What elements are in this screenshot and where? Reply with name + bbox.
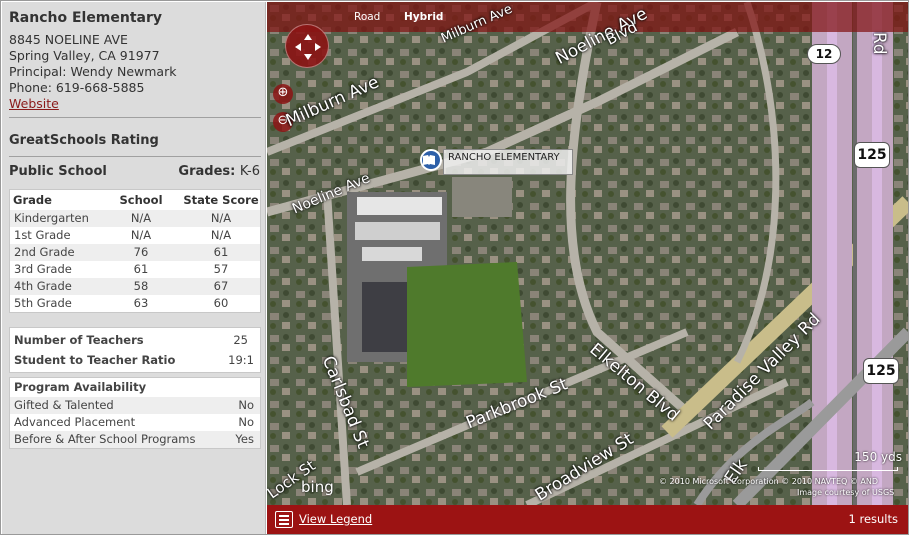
hybrid-mode-button[interactable]: Hybrid: [404, 11, 443, 23]
header-state-score: State Score: [183, 193, 259, 207]
grades-label: Grades:: [178, 164, 236, 179]
teacher-ratio-row: Student to Teacher Ratio 19:1: [10, 350, 260, 370]
pan-control[interactable]: [285, 24, 329, 68]
program-availability: No: [238, 415, 254, 429]
state-score-cell: 60: [213, 296, 229, 310]
school-score-cell: N/A: [130, 211, 152, 225]
list-item: Advanced Placement No: [10, 414, 260, 431]
program-availability: Yes: [235, 432, 254, 446]
teacher-ratio-value: 19:1: [228, 353, 254, 367]
table-row: Kindergarten N/A N/A: [10, 210, 260, 227]
school-info-sidebar: Rancho Elementary 8845 NOELINE AVE Sprin…: [2, 2, 266, 534]
school-address-line2: Spring Valley, CA 91977: [9, 48, 160, 63]
scores-table-header: Grade School Score State Score: [10, 190, 260, 227]
zoom-in-button[interactable]: ⊕: [273, 84, 293, 104]
map-footer: View Legend 1 results: [267, 505, 908, 534]
grade-cell: 1st Grade: [14, 228, 71, 242]
route-shield: 12: [807, 44, 841, 64]
website-link[interactable]: Website: [9, 96, 59, 111]
map-view[interactable]: Road Hybrid ⊕ ⊖ RANCHO ELEMENTARY Noelin…: [267, 2, 908, 505]
map-toolbar: Road Hybrid: [267, 2, 908, 32]
pan-arrows-icon: [295, 34, 321, 60]
table-row: 4th Grade 58 67: [10, 278, 260, 295]
program-name: Advanced Placement: [14, 415, 136, 429]
teacher-ratio-label: Student to Teacher Ratio: [14, 353, 176, 367]
header-grade: Grade: [13, 193, 52, 207]
teachers-count-label: Number of Teachers: [14, 333, 144, 347]
map-copyright: © 2010 Microsoft Corporation © 2010 NAVT…: [659, 476, 894, 498]
table-row: 2nd Grade 76 61: [10, 244, 260, 261]
list-item: Before & After School Programs Yes: [10, 431, 260, 448]
teachers-panel: Number of Teachers 25 Student to Teacher…: [9, 327, 261, 373]
app-window: Rancho Elementary 8845 NOELINE AVE Sprin…: [0, 0, 909, 535]
school-pin-icon[interactable]: [420, 149, 442, 171]
program-name: Before & After School Programs: [14, 432, 196, 446]
school-principal: Principal: Wendy Newmark: [9, 64, 177, 79]
copyright-line: © 2010 Microsoft Corporation © 2010 NAVT…: [659, 477, 878, 486]
list-item: Gifted & Talented No: [10, 397, 260, 414]
programs-title: Program Availability: [10, 378, 260, 397]
road-mode-button[interactable]: Road: [354, 11, 380, 23]
copyright-line: Image courtesy of USGS: [797, 488, 895, 497]
grade-cell: 5th Grade: [14, 296, 72, 310]
grade-cell: Kindergarten: [14, 211, 89, 225]
table-row: 5th Grade 63 60: [10, 295, 260, 312]
programs-panel: Program Availability Gifted & Talented N…: [9, 377, 261, 449]
route-shield: 125: [854, 142, 890, 168]
divider: [9, 156, 261, 157]
grade-cell: 3rd Grade: [14, 262, 72, 276]
state-score-cell: 61: [213, 245, 229, 259]
map-scale-bar: [758, 467, 898, 471]
school-score-cell: 76: [133, 245, 149, 259]
school-type: Public School: [9, 164, 107, 179]
book-icon: [423, 155, 435, 165]
legend-icon[interactable]: [275, 511, 293, 528]
street-label: Rd: [869, 32, 889, 55]
rating-title: GreatSchools Rating: [9, 133, 159, 148]
bing-logo: bing: [301, 478, 334, 496]
school-score-cell: 61: [133, 262, 149, 276]
program-name: Gifted & Talented: [14, 398, 114, 412]
school-name: Rancho Elementary: [9, 10, 163, 26]
zoom-in-icon: ⊕: [277, 85, 289, 100]
table-row: 1st Grade N/A N/A: [10, 227, 260, 244]
school-score-cell: N/A: [130, 228, 152, 242]
route-shield: 125: [863, 358, 899, 384]
map-scale-label: 150 yds: [854, 450, 902, 464]
table-row: 3rd Grade 61 57: [10, 261, 260, 278]
results-count: 1 results: [848, 512, 899, 526]
teachers-count-row: Number of Teachers 25: [10, 330, 260, 350]
divider: [9, 117, 261, 118]
grades-range: Grades: K-6: [178, 164, 260, 179]
programs-title-text: Program Availability: [14, 380, 147, 394]
grades-value: K-6: [239, 164, 260, 179]
view-legend-link[interactable]: View Legend: [299, 512, 372, 526]
school-score-cell: 58: [133, 279, 149, 293]
school-address-line1: 8845 NOELINE AVE: [9, 32, 128, 47]
state-score-cell: 57: [213, 262, 229, 276]
state-score-cell: 67: [213, 279, 229, 293]
program-availability: No: [238, 398, 254, 412]
school-phone: Phone: 619-668-5885: [9, 80, 145, 95]
grade-cell: 4th Grade: [14, 279, 72, 293]
grade-cell: 2nd Grade: [14, 245, 75, 259]
school-pin-label[interactable]: RANCHO ELEMENTARY: [443, 149, 573, 175]
state-score-cell: N/A: [210, 211, 232, 225]
school-score-cell: 63: [133, 296, 149, 310]
teachers-count-value: 25: [233, 333, 248, 347]
state-score-cell: N/A: [210, 228, 232, 242]
scores-table: Grade School Score State Score Kindergar…: [9, 189, 261, 313]
